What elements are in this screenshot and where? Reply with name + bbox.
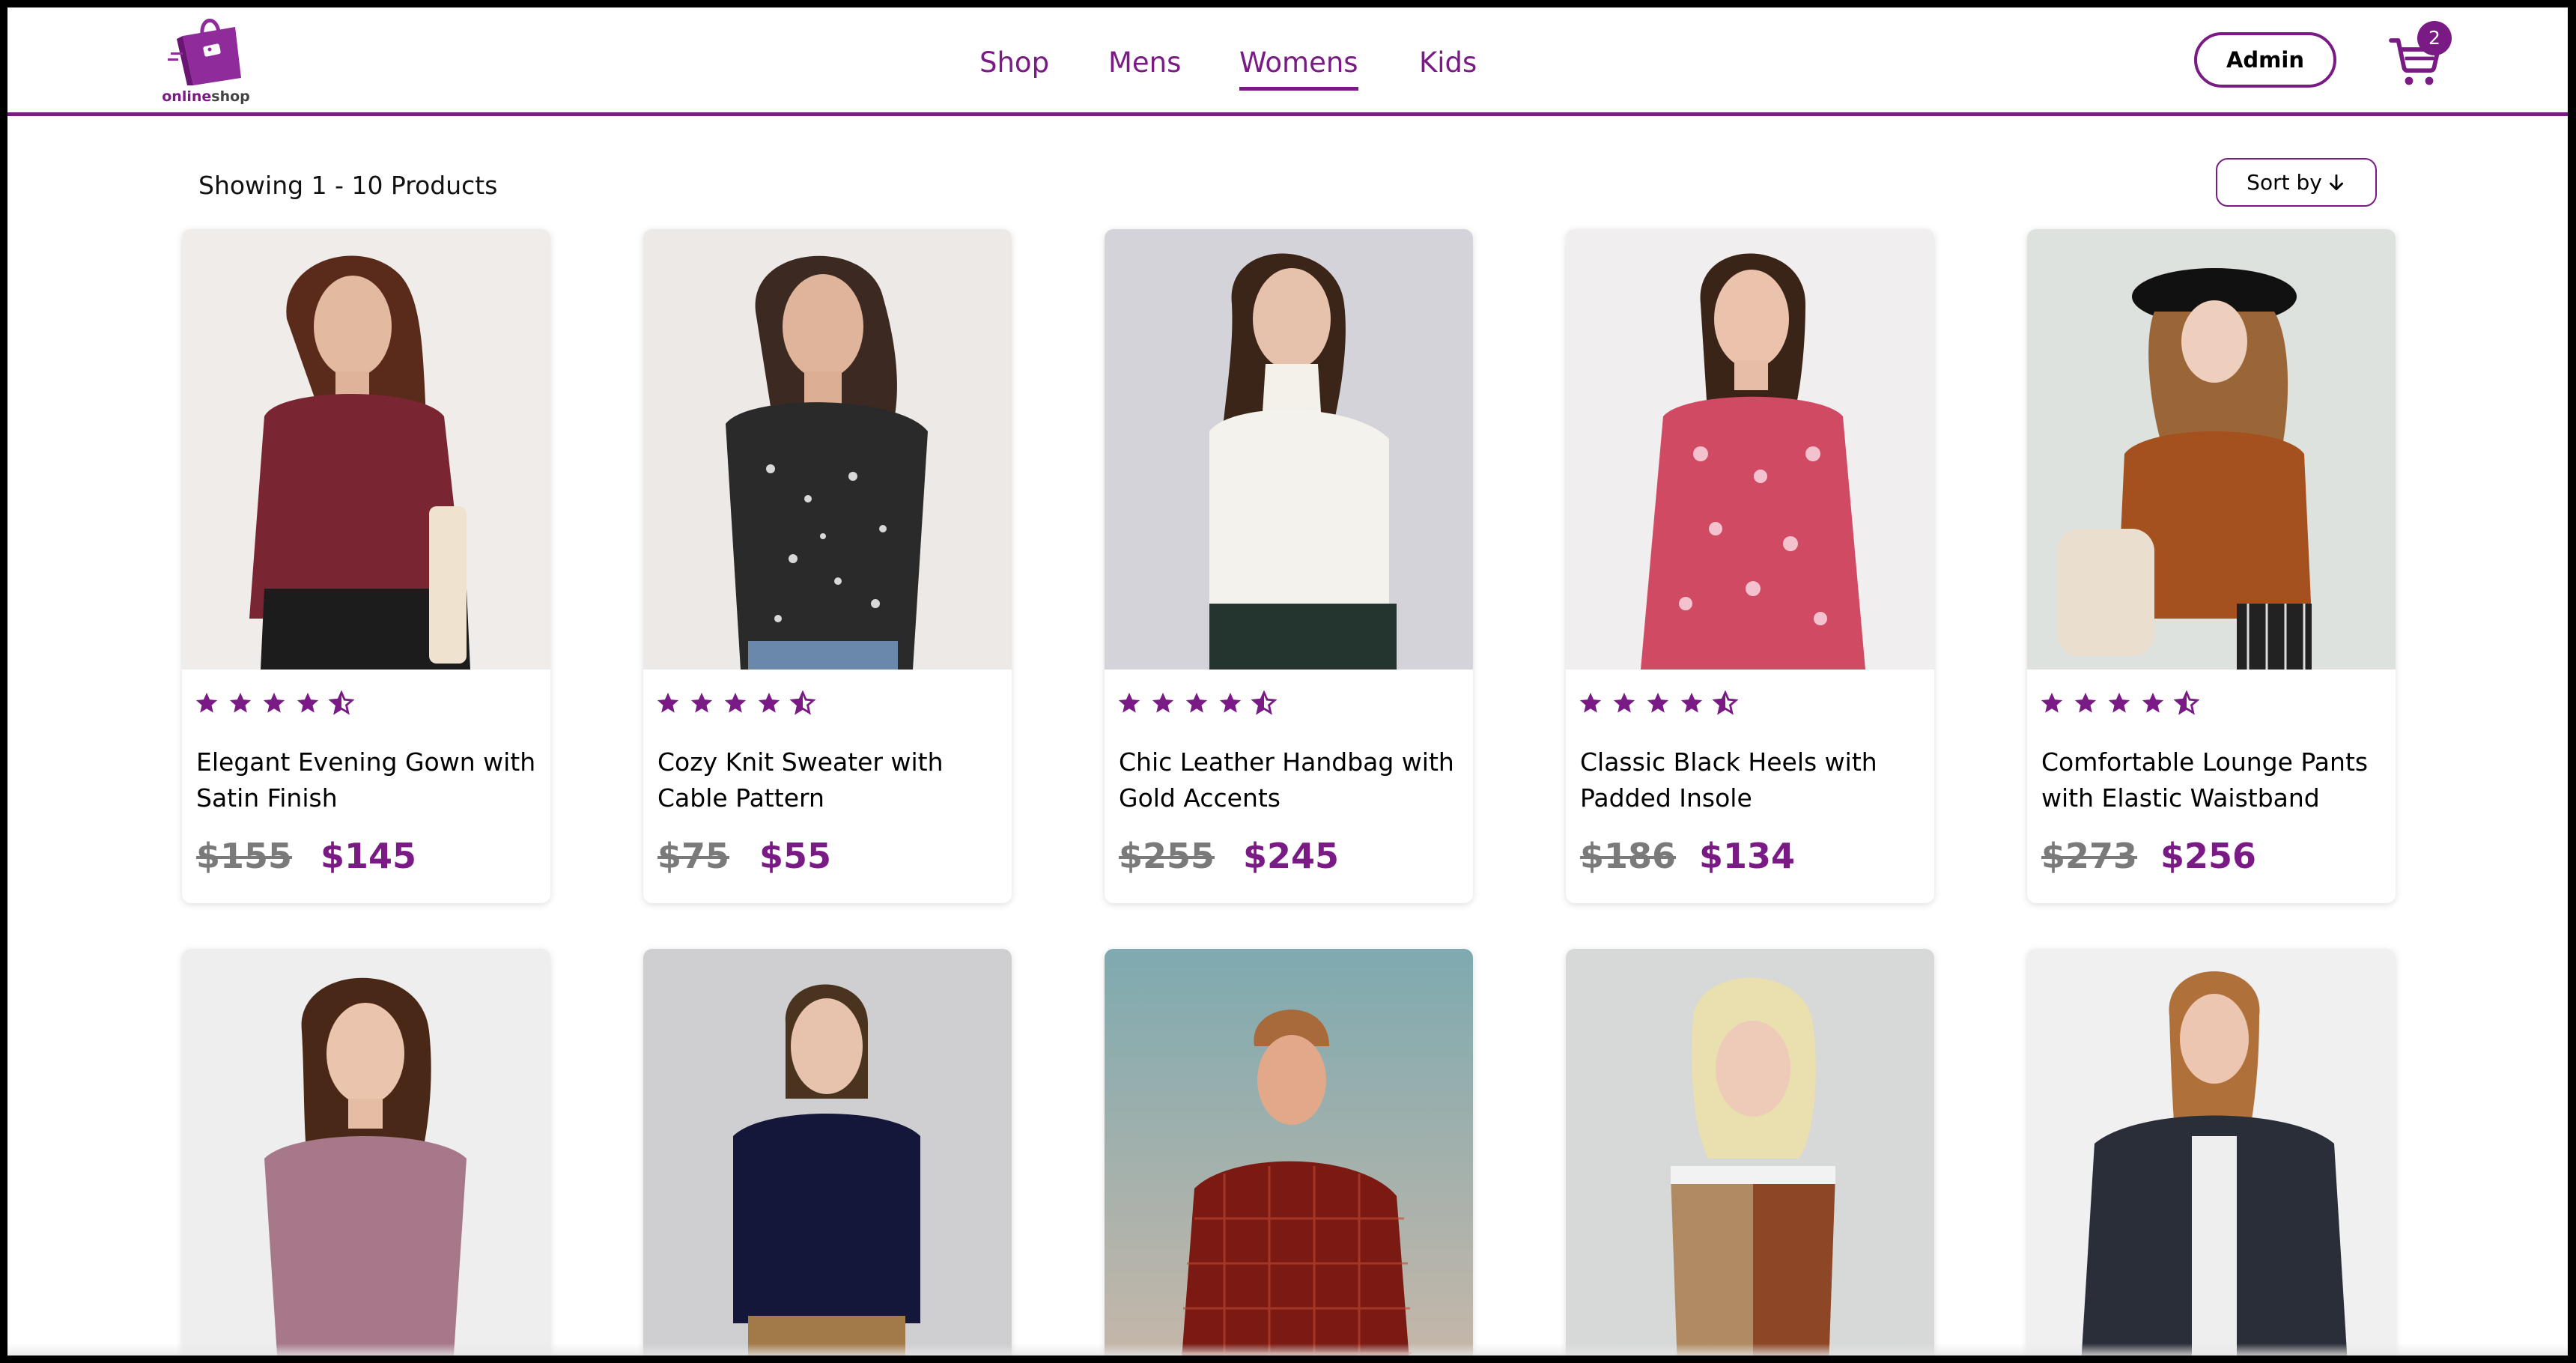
star-icon [1186, 692, 1208, 713]
star-icon [264, 692, 285, 713]
product-card[interactable]: Classic Black Heels with Padded Insole $… [1566, 229, 1934, 903]
star-half-icon [2174, 690, 2200, 715]
logo-text: onlineshop [162, 88, 250, 105]
admin-button[interactable]: Admin [2194, 32, 2336, 88]
model-photo [1566, 229, 1934, 670]
star-icon [1579, 692, 1602, 713]
site-logo[interactable]: onlineshop [154, 13, 258, 108]
browser-window: onlineshop Shop Mens Womens Kids Admin 2… [7, 7, 2568, 1356]
nav-kids[interactable]: Kids [1419, 46, 1477, 79]
star-icon [1118, 692, 1140, 713]
shopping-bag-logo-icon [168, 18, 241, 85]
product-image[interactable] [1566, 949, 1934, 1356]
site-header: onlineshop Shop Mens Womens Kids Admin 2 [7, 7, 2568, 116]
sale-price: $134 [1699, 836, 1796, 876]
product-image[interactable] [643, 949, 1012, 1356]
sale-price: $256 [2160, 836, 2257, 876]
model-photo [2027, 949, 2396, 1356]
product-card[interactable] [1105, 949, 1473, 1356]
model-photo [643, 949, 1012, 1356]
product-image[interactable] [643, 229, 1012, 670]
star-half-icon [790, 690, 816, 715]
model-photo [1105, 229, 1473, 670]
star-half-icon [1713, 690, 1739, 715]
product-title[interactable]: Elegant Evening Gown with Satin Finish [196, 744, 541, 816]
product-title[interactable]: Cozy Knit Sweater with Cable Pattern [657, 744, 1002, 816]
viewport-bottom-edge [7, 1344, 2568, 1356]
star-icon [1647, 692, 1669, 713]
product-card[interactable] [182, 949, 550, 1356]
star-icon [1681, 692, 1703, 713]
rating-stars [194, 690, 359, 720]
product-title[interactable]: Classic Black Heels with Padded Insole [1580, 744, 1925, 816]
cart-count-badge: 2 [2417, 21, 2452, 55]
arrow-down-icon [2329, 174, 2343, 191]
results-count: Showing 1 - 10 Products [198, 171, 498, 200]
original-price: $155 [196, 836, 293, 876]
original-price: $255 [1119, 836, 1215, 876]
product-image[interactable] [182, 949, 550, 1356]
star-icon [657, 692, 679, 713]
rating-stars [655, 690, 820, 720]
star-icon [2109, 692, 2130, 713]
product-image[interactable] [182, 229, 550, 670]
nav-shop[interactable]: Shop [979, 46, 1049, 79]
rating-stars [1578, 690, 1743, 720]
product-title[interactable]: Comfortable Lounge Pants with Elastic Wa… [2041, 744, 2386, 816]
nav-womens[interactable]: Womens [1239, 46, 1358, 91]
sort-button[interactable]: Sort by [2216, 158, 2377, 207]
product-card[interactable]: Comfortable Lounge Pants with Elastic Wa… [2027, 229, 2396, 903]
star-icon [725, 692, 747, 713]
product-card[interactable]: Cozy Knit Sweater with Cable Pattern $75… [643, 229, 1012, 903]
star-icon [229, 692, 252, 713]
star-icon [690, 692, 713, 713]
star-icon [297, 692, 319, 713]
star-icon [2074, 692, 2097, 713]
rating-stars [2039, 690, 2204, 720]
model-photo [182, 949, 550, 1356]
star-icon [2041, 692, 2063, 713]
product-card[interactable]: Elegant Evening Gown with Satin Finish $… [182, 229, 550, 903]
model-photo [643, 229, 1012, 670]
product-title[interactable]: Chic Leather Handbag with Gold Accents [1119, 744, 1463, 816]
star-icon [1613, 692, 1635, 713]
star-icon [1152, 692, 1174, 713]
star-icon [759, 692, 780, 713]
star-icon [2142, 692, 2164, 713]
product-card[interactable] [643, 949, 1012, 1356]
star-icon [195, 692, 218, 713]
model-photo [1566, 949, 1934, 1356]
model-photo [182, 229, 550, 670]
original-price: $75 [657, 836, 730, 876]
product-card[interactable]: Chic Leather Handbag with Gold Accents $… [1105, 229, 1473, 903]
model-photo [2027, 229, 2396, 670]
sale-price: $145 [321, 836, 417, 876]
product-image[interactable] [2027, 229, 2396, 670]
product-image[interactable] [2027, 949, 2396, 1356]
original-price: $273 [2041, 836, 2138, 876]
original-price: $186 [1580, 836, 1677, 876]
product-card[interactable] [1566, 949, 1934, 1356]
sale-price: $55 [759, 836, 832, 876]
product-image[interactable] [1105, 949, 1473, 1356]
nav-mens[interactable]: Mens [1108, 46, 1181, 79]
star-icon [1220, 692, 1242, 713]
sort-label: Sort by [2247, 170, 2322, 195]
product-image[interactable] [1105, 229, 1473, 670]
star-half-icon [329, 690, 355, 715]
product-card[interactable] [2027, 949, 2396, 1356]
star-half-icon [1251, 690, 1278, 715]
product-image[interactable] [1566, 229, 1934, 670]
rating-stars [1117, 690, 1281, 720]
model-photo [1105, 949, 1473, 1356]
sale-price: $245 [1243, 836, 1340, 876]
